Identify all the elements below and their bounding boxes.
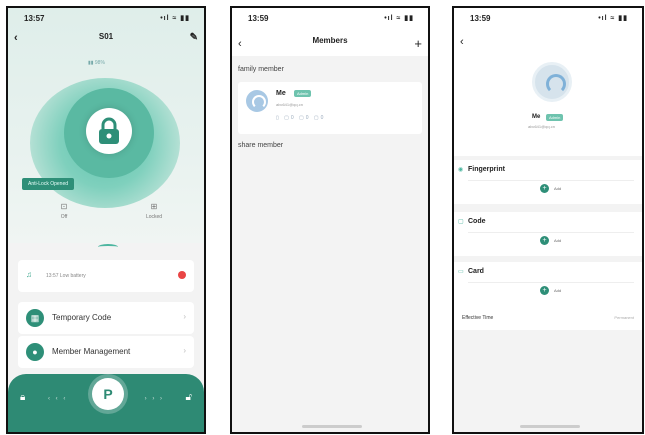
fingerprint-icon: ◉ — [458, 167, 464, 173]
anti-lock-badge: Anti-Lock Opened — [22, 178, 75, 190]
status-icons: •ıl ≈ ▮▮ — [384, 15, 414, 22]
bell-icon: ♫ — [26, 270, 32, 279]
code-section: ▢ Code + Add — [454, 212, 642, 256]
family-member-label: family member — [238, 66, 284, 73]
page-title: Members — [312, 36, 348, 45]
keypad-icon: ▦ — [26, 309, 44, 327]
section-title: Code — [468, 218, 486, 225]
member-name: Me — [532, 114, 541, 120]
user-icon: ● — [26, 343, 44, 361]
avatar — [532, 62, 572, 102]
member-name: Me — [276, 90, 286, 97]
status-icons: •ıl ≈ ▮▮ — [160, 15, 190, 22]
mode-locked-button[interactable]: ⊞ Locked — [134, 202, 174, 220]
alert-dot — [178, 271, 186, 279]
lock-mode-icon: ⊞ — [150, 202, 158, 211]
home-indicator — [520, 425, 580, 428]
menu-item-member-management[interactable]: ● Member Management › — [18, 336, 194, 368]
card-icon: ▭ — [458, 269, 464, 275]
fingerprint-section: ◉ Fingerprint + Add — [454, 160, 642, 204]
add-label[interactable]: Add — [554, 186, 561, 191]
menu-label: Member Management — [52, 347, 131, 356]
battery-level: ▮▮ 98% — [88, 60, 105, 66]
divider — [468, 282, 634, 283]
lock-button[interactable] — [86, 108, 132, 154]
share-member-label: share member — [238, 142, 284, 149]
nav-bar: ‹ Members + — [232, 36, 428, 52]
section-title: Fingerprint — [468, 166, 505, 173]
status-time: 13:59 — [470, 14, 491, 23]
add-fingerprint-button[interactable]: + — [540, 184, 549, 193]
status-bar: 13:59 •ıl ≈ ▮▮ — [454, 8, 642, 28]
credential-counts: ▯ ▢0 ▢0 ▢0 — [276, 115, 326, 121]
status-time: 13:59 — [248, 14, 269, 23]
divider — [468, 232, 634, 233]
slide-dots-right: › › › — [144, 396, 164, 402]
code-icon: ▢ — [458, 219, 464, 225]
mode-locked-label: Locked — [145, 214, 163, 220]
pull-handle[interactable] — [98, 244, 118, 250]
home-indicator — [302, 425, 362, 428]
mode-off-button[interactable]: ⊡ Off — [44, 202, 84, 220]
add-icon[interactable]: + — [414, 36, 422, 51]
chevron-right-icon: › — [183, 346, 186, 355]
add-label[interactable]: Add — [554, 238, 561, 243]
member-detail-screen: 13:59 •ıl ≈ ▮▮ ‹ Me Admin abc641@qq.cn ◉… — [452, 6, 644, 434]
section-title: Card — [468, 268, 484, 275]
alert-row[interactable]: ♫ 13:57 Low battery — [18, 260, 194, 292]
effective-time-value: Permanent — [614, 315, 634, 320]
back-icon[interactable]: ‹ — [238, 38, 242, 50]
member-card[interactable]: Me Admin abc641@qq.cn ▯ ▢0 ▢0 ▢0 — [238, 82, 422, 134]
lock-home-screen: 13:57 •ıl ≈ ▮▮ ‹ S01 ✎ ▮▮ 98% Anti-Lock … — [6, 6, 206, 434]
status-icons: •ıl ≈ ▮▮ — [598, 15, 628, 22]
padlock-icon — [99, 117, 119, 144]
add-code-button[interactable]: + — [540, 236, 549, 245]
mode-off-label: Off — [60, 214, 68, 220]
chevron-right-icon: › — [183, 312, 186, 321]
member-email: abc641@qq.cn — [276, 102, 303, 107]
members-screen: 13:59 •ıl ≈ ▮▮ ‹ Members + family member… — [230, 6, 430, 434]
lock-closed-icon[interactable]: 🔒︎ — [20, 392, 25, 403]
effective-time-row[interactable]: Effective Time Permanent — [454, 306, 642, 330]
menu-label: Temporary Code — [52, 313, 112, 322]
divider — [468, 180, 634, 181]
effective-time-label: Effective Time — [462, 315, 494, 321]
lock-open-icon[interactable]: 🔓︎ — [186, 392, 192, 403]
alert-text: 13:57 Low battery — [46, 273, 86, 279]
device-title: S01 — [98, 32, 114, 41]
status-bar: 13:59 •ıl ≈ ▮▮ — [232, 8, 428, 28]
status-time: 13:57 — [24, 14, 45, 23]
status-bar: 13:57 •ıl ≈ ▮▮ — [8, 8, 204, 28]
add-label[interactable]: Add — [554, 288, 561, 293]
key-button[interactable]: P — [92, 378, 124, 410]
card-section: ▭ Card + Add — [454, 262, 642, 306]
back-icon[interactable]: ‹ — [460, 36, 464, 48]
unlock-bar: 🔒︎ ‹ ‹ ‹ P › › › 🔓︎ — [8, 374, 204, 432]
edit-icon[interactable]: ✎ — [190, 32, 198, 43]
nav-bar: ‹ S01 ✎ — [8, 32, 204, 48]
menu-item-temporary-code[interactable]: ▦ Temporary Code › — [18, 302, 194, 334]
member-email: abc641@qq.cn — [528, 124, 555, 129]
avatar — [246, 90, 268, 112]
slide-dots-left: ‹ ‹ ‹ — [48, 396, 68, 402]
admin-badge: Admin — [294, 90, 312, 97]
power-icon: ⊡ — [60, 202, 68, 211]
add-card-button[interactable]: + — [540, 286, 549, 295]
admin-badge: Admin — [546, 114, 564, 121]
back-icon[interactable]: ‹ — [14, 32, 18, 44]
